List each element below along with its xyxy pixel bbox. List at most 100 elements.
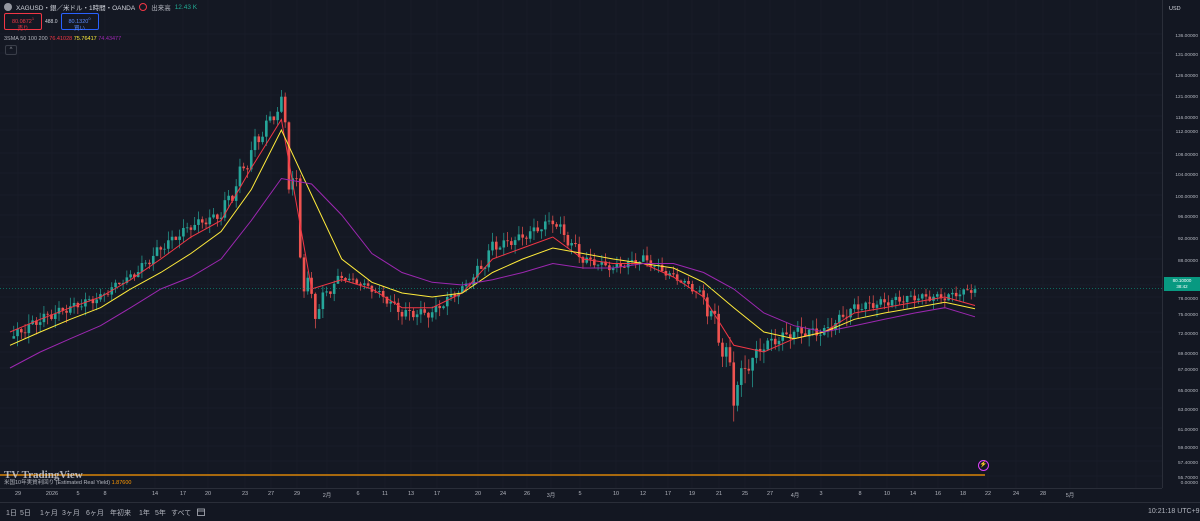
candle-body bbox=[427, 312, 430, 318]
candle-body bbox=[216, 214, 219, 219]
sub-indicator-legend[interactable]: 米国10年実質利回り (Estimated Real Yield) 1.8760… bbox=[4, 478, 131, 486]
price-axis[interactable]: USD 136.00000 131.00000 126.00000 121.00000… bbox=[1162, 0, 1200, 488]
time-tick-label: 2026 bbox=[45, 491, 59, 497]
candle-body bbox=[20, 329, 23, 333]
candle-body bbox=[389, 301, 393, 304]
candle-body bbox=[936, 294, 939, 297]
candle-body bbox=[902, 301, 905, 303]
range-button[interactable]: 6ヶ月 bbox=[86, 508, 104, 518]
current-price-tag: 80.10000 38:42 bbox=[1164, 277, 1200, 291]
candle-body bbox=[65, 310, 68, 313]
time-tick-label: 28 bbox=[1039, 491, 1047, 497]
sub-indicator-value: 1.87600 bbox=[111, 480, 132, 486]
candle-body bbox=[724, 347, 728, 357]
candle-body bbox=[879, 299, 883, 305]
indicator-legend[interactable]: 3SMA 50 100 200 76.41028 75.76417 74.434… bbox=[4, 36, 121, 42]
time-axis[interactable]: 29 2026 5 8 14 17 20 23 27 29 2月 6 11 13 17 20 24 26 3月 5 10… bbox=[0, 488, 1162, 503]
range-button[interactable]: 1ヶ月 bbox=[40, 508, 58, 518]
candle-body bbox=[883, 299, 886, 303]
candle-body bbox=[408, 310, 411, 311]
price-tick-label: 75.00000 bbox=[1177, 313, 1198, 318]
range-button[interactable]: 年初来 bbox=[110, 508, 131, 518]
buy-label: 買い bbox=[74, 25, 86, 32]
candle-body bbox=[672, 273, 675, 275]
candle-body bbox=[506, 240, 509, 242]
candle-body bbox=[706, 297, 709, 317]
range-button[interactable]: 1日 bbox=[6, 508, 17, 518]
candle-body bbox=[423, 309, 426, 313]
price-tick-label: 78.00000 bbox=[1177, 297, 1198, 302]
candle-body bbox=[276, 111, 279, 121]
candle-body bbox=[555, 224, 558, 227]
candle-body bbox=[415, 314, 419, 318]
candle-body bbox=[208, 217, 212, 225]
candle-body bbox=[973, 289, 977, 293]
candle-body bbox=[479, 265, 483, 269]
candle-body bbox=[864, 302, 867, 310]
range-button[interactable]: すべて bbox=[171, 508, 191, 518]
clock-readout[interactable]: 10:21:18 UTC+9 bbox=[1148, 508, 1200, 515]
candle-body bbox=[268, 116, 272, 121]
candle-body bbox=[396, 302, 400, 312]
candle-body bbox=[540, 229, 543, 232]
range-button[interactable]: 5年 bbox=[155, 508, 166, 518]
candle-body bbox=[257, 136, 261, 143]
calendar-icon[interactable] bbox=[197, 508, 205, 516]
candle-body bbox=[242, 166, 246, 169]
time-tick-label: 24 bbox=[499, 491, 507, 497]
candle-body bbox=[189, 227, 193, 230]
candle-body bbox=[747, 368, 751, 371]
chart-canvas[interactable]: XAGUSD・銀／米ドル・1時間・OANDA 出来高 12.43 K 80.08… bbox=[0, 0, 1162, 488]
candle-body bbox=[306, 277, 310, 292]
candle-body bbox=[174, 236, 178, 240]
candle-body bbox=[227, 195, 230, 201]
candle-body bbox=[853, 304, 856, 309]
collapse-legend-icon[interactable]: ^ bbox=[5, 45, 17, 55]
candle-body bbox=[536, 227, 540, 232]
candle-body bbox=[800, 327, 803, 334]
time-tick-label: 8 bbox=[858, 491, 862, 497]
candle-body bbox=[95, 299, 98, 304]
time-tick-label: 22 bbox=[984, 491, 992, 497]
price-chart[interactable] bbox=[0, 0, 1162, 488]
candle-body bbox=[321, 292, 325, 310]
time-tick-label: 11 bbox=[382, 491, 388, 497]
sell-button[interactable]: 80.08721 売り bbox=[4, 13, 42, 32]
candle-body bbox=[954, 292, 958, 297]
price-tick-label: 57.40000 bbox=[1177, 461, 1198, 466]
time-tick-label: 2月 bbox=[322, 493, 332, 499]
time-tick-label: 10 bbox=[612, 491, 620, 497]
range-button[interactable]: 5日 bbox=[20, 508, 31, 518]
candle-body bbox=[574, 243, 577, 245]
candle-body bbox=[513, 240, 517, 245]
candle-body bbox=[38, 322, 42, 325]
currency-label[interactable]: USD bbox=[1169, 6, 1181, 12]
candle-body bbox=[898, 296, 901, 302]
candle-body bbox=[875, 304, 879, 308]
candle-body bbox=[314, 293, 317, 319]
candle-body bbox=[378, 291, 381, 292]
candle-body bbox=[792, 331, 796, 339]
candle-body bbox=[246, 168, 249, 170]
candle-body bbox=[118, 282, 121, 285]
candle-body bbox=[683, 280, 687, 283]
candle-body bbox=[732, 362, 736, 406]
price-tick-label: 88.00000 bbox=[1177, 259, 1198, 264]
candle-body bbox=[815, 328, 818, 336]
candle-body bbox=[943, 298, 947, 301]
candle-body bbox=[551, 220, 555, 225]
symbol-title[interactable]: XAGUSD・銀／米ドル・1時間・OANDA bbox=[16, 2, 135, 12]
time-tick-label: 17 bbox=[664, 491, 672, 497]
lightning-icon[interactable]: ⚡ bbox=[978, 460, 989, 471]
price-tick-label: 112.00000 bbox=[1175, 130, 1198, 135]
candle-body bbox=[566, 235, 570, 246]
time-tick-label: 24 bbox=[1012, 491, 1020, 497]
candle-body bbox=[359, 283, 362, 285]
candle-body bbox=[570, 243, 573, 246]
candle-body bbox=[920, 294, 924, 299]
range-button[interactable]: 1年 bbox=[139, 508, 150, 518]
buy-button[interactable]: 80.13200 買い bbox=[60, 13, 99, 32]
range-button[interactable]: 3ヶ月 bbox=[62, 508, 80, 518]
price-tick-label: 67.00000 bbox=[1177, 368, 1198, 373]
candle-body bbox=[969, 290, 973, 293]
